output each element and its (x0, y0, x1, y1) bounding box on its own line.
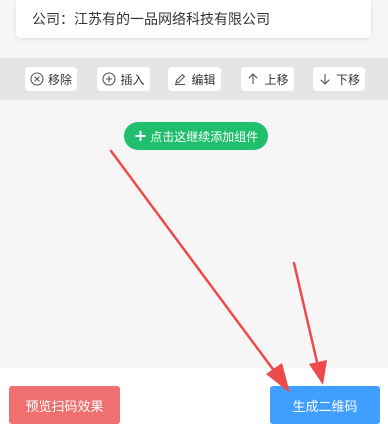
plus-icon: + (133, 126, 148, 145)
generate-qrcode-label: 生成二维码 (292, 399, 358, 415)
bottom-action-bar: 预览扫码效果 生成二维码 (0, 368, 388, 434)
edit-label: 编辑 (191, 72, 216, 87)
company-name: 公司：江苏有的一品网络科技有限公司 (32, 12, 270, 28)
pencil-icon (173, 72, 187, 86)
insert-label: 插入 (120, 72, 145, 87)
remove-icon (30, 72, 44, 86)
add-component-button[interactable]: + 点击这继续添加组件 (124, 122, 268, 150)
company-card[interactable]: 公司：江苏有的一品网络科技有限公司 (16, 0, 371, 38)
preview-scan-label: 预览扫码效果 (25, 399, 104, 415)
move-down-label: 下移 (335, 72, 360, 87)
component-toolbar: 移除 插入 编辑 上移 下移 (0, 58, 388, 100)
move-up-label: 上移 (264, 72, 289, 87)
add-component-label: 点击这继续添加组件 (150, 129, 259, 144)
company-area: 公司：江苏有的一品网络科技有限公司 (0, 0, 388, 58)
arrow-up-icon (246, 72, 260, 86)
preview-scan-button[interactable]: 预览扫码效果 (9, 386, 120, 424)
generate-qrcode-button[interactable]: 生成二维码 (270, 386, 380, 424)
remove-label: 移除 (47, 72, 72, 87)
move-down-button[interactable]: 下移 (313, 67, 365, 91)
arrow-down-icon (318, 72, 332, 86)
move-up-button[interactable]: 上移 (241, 67, 294, 91)
edit-button[interactable]: 编辑 (168, 67, 221, 91)
component-canvas: + 点击这继续添加组件 (0, 100, 388, 368)
remove-button[interactable]: 移除 (25, 67, 77, 91)
insert-icon (102, 72, 117, 86)
insert-button[interactable]: 插入 (97, 67, 150, 91)
